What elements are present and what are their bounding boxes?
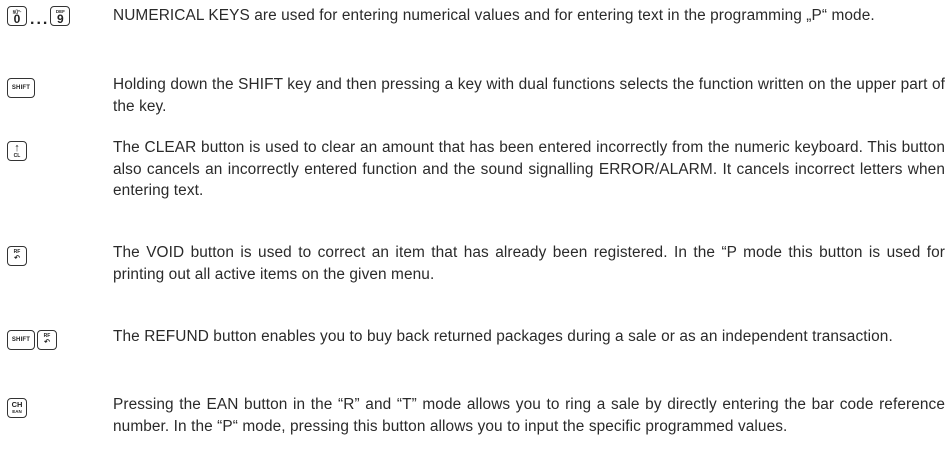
- void-key-icon: RF ↶: [7, 246, 27, 266]
- key-caption: SHIFT: [11, 337, 31, 343]
- numerical-keys-description: NUMERICAL KEYS are used for entering num…: [113, 7, 875, 24]
- refund-key-description: The REFUND button enables you to buy bac…: [113, 328, 893, 345]
- key-main-caption: 9: [57, 11, 64, 26]
- key-icons: SHIFT: [7, 78, 37, 98]
- key-caption: SHIFT: [11, 85, 31, 91]
- key-caption: CL: [13, 152, 21, 159]
- key-sub-caption: EAN: [12, 409, 22, 414]
- key-main-caption: 0: [13, 11, 21, 26]
- key-icons: RF ↶: [7, 246, 29, 266]
- nine-key-icon: DEF 9: [50, 6, 71, 26]
- void-key-icon: RF ↶: [37, 330, 57, 350]
- key-icons: SHIFT RF ↶: [7, 330, 59, 350]
- key-caption: CH: [11, 400, 23, 409]
- ean-key-description: Pressing the EAN button in the “R” and “…: [113, 396, 945, 435]
- zero-key-icon: §()*- 0: [7, 6, 27, 26]
- clear-key-description: The CLEAR button is used to clear an amo…: [113, 139, 945, 199]
- ellipsis-separator: ...: [30, 11, 50, 28]
- shift-key-description: Holding down the SHIFT key and then pres…: [113, 76, 945, 115]
- shift-key-icon: SHIFT: [7, 78, 35, 98]
- up-arrow-icon: ↑: [14, 141, 20, 154]
- void-key-description: The VOID button is used to correct an it…: [113, 244, 945, 283]
- ean-key-icon: CH EAN: [7, 398, 27, 418]
- key-icons: CH EAN: [7, 398, 29, 418]
- shift-key-icon: SHIFT: [7, 330, 35, 350]
- clear-key-icon: ↑ CL: [7, 141, 27, 161]
- return-arrow-icon: ↶: [14, 255, 20, 262]
- return-arrow-icon: ↶: [44, 339, 50, 346]
- key-icons: §()*- 0 ... DEF 9: [7, 6, 72, 30]
- key-icons: ↑ CL: [7, 141, 29, 161]
